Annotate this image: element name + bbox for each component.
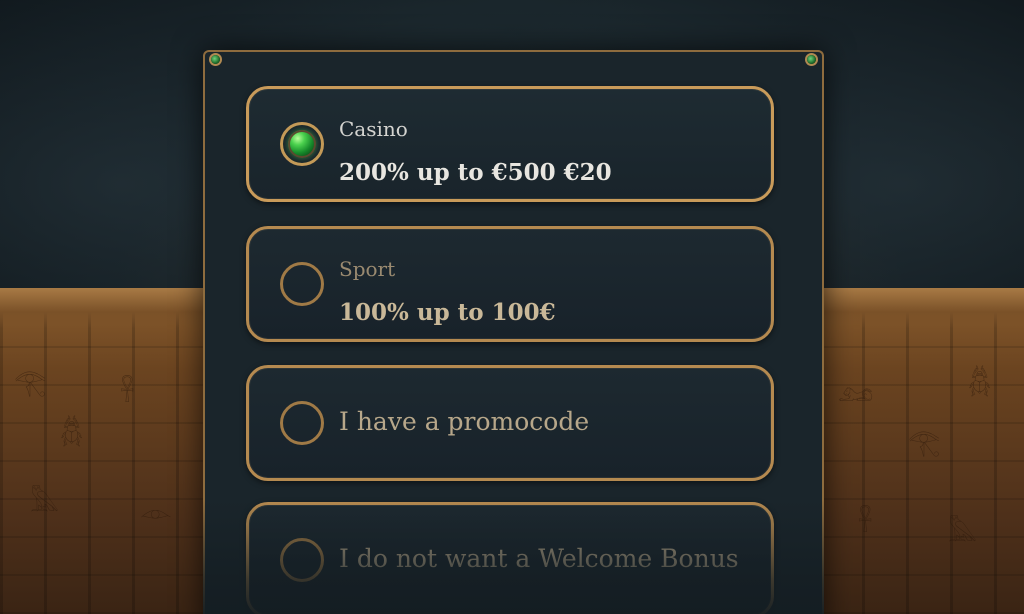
- hieroglyph-icon: 𓅓: [948, 518, 978, 548]
- hieroglyph-wall-right: 𓃭 𓂀 𓆣 𓋹 𓅓: [818, 288, 1024, 614]
- option-title: Sport: [339, 257, 396, 281]
- option-title: Casino: [339, 117, 408, 141]
- radio-unchecked[interactable]: [280, 538, 324, 582]
- hieroglyph-icon: 𓂀: [908, 428, 941, 458]
- hieroglyph-icon: 𓂀: [14, 368, 47, 398]
- hieroglyph-icon: 𓋹: [858, 508, 873, 538]
- bonus-selection-panel: Casino 200% up to €500 €20 Sport 100% up…: [203, 50, 824, 614]
- radio-checked[interactable]: [280, 122, 324, 166]
- option-label: I have a promocode: [339, 407, 590, 436]
- bonus-option-no-bonus[interactable]: I do not want a Welcome Bonus: [246, 502, 774, 614]
- hieroglyph-icon: 𓁹: [140, 498, 172, 528]
- hieroglyph-wall-left: 𓂀 𓆣 𓋹 𓅓 𓁹: [0, 288, 206, 614]
- corner-gem-icon: [211, 55, 220, 64]
- hieroglyph-icon: 𓋹: [120, 378, 135, 408]
- corner-gem-icon: [807, 55, 816, 64]
- hieroglyph-icon: 𓆣: [60, 418, 84, 448]
- option-bonus-value: 100% up to 100€: [339, 299, 556, 326]
- option-label: I do not want a Welcome Bonus: [339, 544, 739, 573]
- radio-unchecked[interactable]: [280, 401, 324, 445]
- hieroglyph-icon: 𓅓: [30, 488, 60, 518]
- bonus-option-promocode[interactable]: I have a promocode: [246, 365, 774, 481]
- bonus-option-sport[interactable]: Sport 100% up to 100€: [246, 226, 774, 342]
- radio-unchecked[interactable]: [280, 262, 324, 306]
- hieroglyph-icon: 𓆣: [968, 368, 992, 398]
- option-bonus-value: 200% up to €500 €20: [339, 159, 612, 186]
- bonus-option-casino[interactable]: Casino 200% up to €500 €20: [246, 86, 774, 202]
- emerald-gem-icon: [288, 130, 316, 158]
- hieroglyph-icon: 𓃭: [838, 378, 874, 408]
